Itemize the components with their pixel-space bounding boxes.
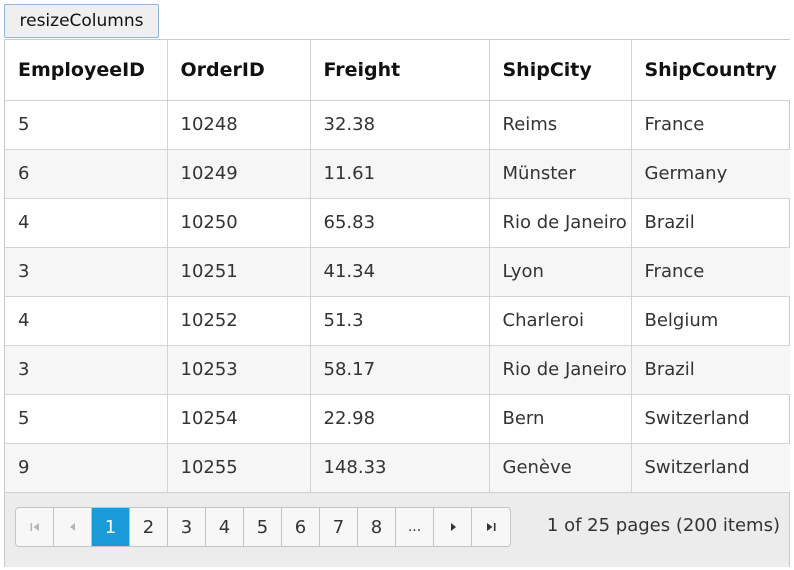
header-row: EmployeeID OrderID Freight ShipCity Ship… [5, 40, 790, 101]
table-cell[interactable]: 10249 [167, 149, 311, 199]
column-header-orderid[interactable]: OrderID [167, 40, 311, 101]
page-button-5[interactable]: 5 [244, 508, 282, 546]
table-row[interactable]: 3 10253 58.17 Rio de Janeiro Brazil [5, 345, 790, 395]
table-cell[interactable]: 65.83 [310, 198, 490, 248]
table-row[interactable]: 5 10254 22.98 Bern Switzerland [5, 394, 790, 444]
table-cell[interactable]: 10250 [167, 198, 311, 248]
table-cell[interactable]: 4 [5, 296, 168, 346]
more-pages-button[interactable]: ... [396, 508, 434, 546]
first-page-button[interactable] [16, 508, 54, 546]
page-button-3[interactable]: 3 [168, 508, 206, 546]
table-cell[interactable]: Genève [489, 443, 632, 493]
first-page-icon [30, 523, 39, 531]
table-row[interactable]: 4 10252 51.3 Charleroi Belgium [5, 296, 790, 346]
table-cell[interactable]: 22.98 [310, 394, 490, 444]
table-cell[interactable]: Rio de Janeiro [489, 345, 632, 395]
table-cell[interactable]: 9 [5, 443, 168, 493]
column-header-shipcity[interactable]: ShipCity [489, 40, 632, 101]
table-cell[interactable]: France [631, 247, 790, 297]
table-cell[interactable]: 10254 [167, 394, 311, 444]
table-cell[interactable]: France [631, 100, 790, 150]
table-cell[interactable]: Bern [489, 394, 632, 444]
table-cell[interactable]: Belgium [631, 296, 790, 346]
column-header-employeeid[interactable]: EmployeeID [5, 40, 168, 101]
last-page-button[interactable] [472, 508, 510, 546]
pager: 1 2 3 4 5 6 7 8 ... 1 of 25 pages (200 i… [5, 492, 789, 567]
table-cell[interactable]: 10255 [167, 443, 311, 493]
table-row[interactable]: 5 10248 32.38 Reims France [5, 100, 790, 150]
table-cell[interactable]: 4 [5, 198, 168, 248]
table-cell[interactable]: Lyon [489, 247, 632, 297]
table-cell[interactable]: 41.34 [310, 247, 490, 297]
page-button-2[interactable]: 2 [130, 508, 168, 546]
table-cell[interactable]: 32.38 [310, 100, 490, 150]
table-cell[interactable]: 3 [5, 345, 168, 395]
table-cell[interactable]: 10253 [167, 345, 311, 395]
table-cell[interactable]: Brazil [631, 198, 790, 248]
table-cell[interactable]: Reims [489, 100, 632, 150]
page-button-4[interactable]: 4 [206, 508, 244, 546]
next-page-button[interactable] [434, 508, 472, 546]
table-cell[interactable]: 148.33 [310, 443, 490, 493]
table-row[interactable]: 6 10249 11.61 Münster Germany [5, 149, 790, 199]
page-button-6[interactable]: 6 [282, 508, 320, 546]
grid-table: EmployeeID OrderID Freight ShipCity Ship… [5, 40, 790, 493]
pager-info: 1 of 25 pages (200 items) [546, 515, 780, 536]
column-header-freight[interactable]: Freight [310, 40, 490, 101]
table-cell[interactable]: 58.17 [310, 345, 490, 395]
table-cell[interactable]: Münster [489, 149, 632, 199]
table-row[interactable]: 3 10251 41.34 Lyon France [5, 247, 790, 297]
table-cell[interactable]: 6 [5, 149, 168, 199]
table-cell[interactable]: 10252 [167, 296, 311, 346]
page-button-8[interactable]: 8 [358, 508, 396, 546]
table-cell[interactable]: Brazil [631, 345, 790, 395]
table-cell[interactable]: 51.3 [310, 296, 490, 346]
table-cell[interactable]: 3 [5, 247, 168, 297]
page-button-1[interactable]: 1 [92, 508, 130, 546]
table-row[interactable]: 4 10250 65.83 Rio de Janeiro Brazil [5, 198, 790, 248]
table-cell[interactable]: 5 [5, 394, 168, 444]
table-cell[interactable]: Rio de Janeiro [489, 198, 632, 248]
table-cell[interactable]: Switzerland [631, 394, 790, 444]
table-cell[interactable]: 10251 [167, 247, 311, 297]
last-page-icon [487, 523, 496, 531]
column-header-shipcountry[interactable]: ShipCountry [631, 40, 790, 101]
table-cell[interactable]: 5 [5, 100, 168, 150]
pager-button-group: 1 2 3 4 5 6 7 8 ... [15, 507, 511, 547]
table-cell[interactable]: 10248 [167, 100, 311, 150]
page-button-7[interactable]: 7 [320, 508, 358, 546]
data-grid: EmployeeID OrderID Freight ShipCity Ship… [4, 39, 790, 567]
table-cell[interactable]: Germany [631, 149, 790, 199]
table-row[interactable]: 9 10255 148.33 Genève Switzerland [5, 443, 790, 493]
resize-columns-button[interactable]: resizeColumns [4, 4, 159, 38]
table-cell[interactable]: Switzerland [631, 443, 790, 493]
table-cell[interactable]: Charleroi [489, 296, 632, 346]
next-page-icon [450, 523, 456, 531]
page: resizeColumns EmployeeID OrderID Freight… [0, 0, 794, 570]
table-cell[interactable]: 11.61 [310, 149, 490, 199]
previous-page-icon [69, 523, 75, 531]
previous-page-button[interactable] [54, 508, 92, 546]
